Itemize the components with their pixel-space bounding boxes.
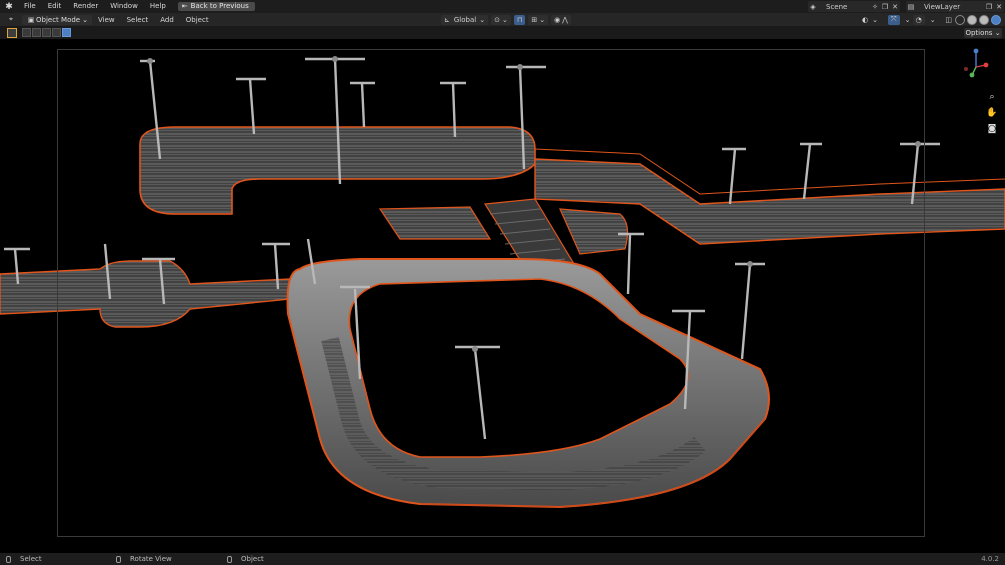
select-new-icon[interactable] xyxy=(22,28,31,37)
chevron-down-icon: ⌄ xyxy=(994,29,1001,37)
pin-icon[interactable]: ✧ xyxy=(870,3,880,11)
transform-tools: ⊾ Global ⌄ ⊙ ⌄ ⊓ ⊞ ⌄ ◉ ⋀ xyxy=(441,14,574,25)
camera-frame xyxy=(57,49,925,537)
visibility-icon[interactable]: ◐ xyxy=(860,16,870,24)
gizmo-icon: ⤧ xyxy=(891,15,897,23)
proportional-editing-toggle[interactable]: ◉ ⋀ xyxy=(551,14,571,25)
back-to-previous-label: Back to Previous xyxy=(190,2,249,10)
back-to-previous-button[interactable]: ⇤ Back to Previous xyxy=(177,2,255,11)
top-bar: ✱ File Edit Render Window Help ⇤ Back to… xyxy=(0,0,1005,13)
delete-scene-icon[interactable]: ✕ xyxy=(890,3,900,11)
rendered-shading-button[interactable] xyxy=(990,14,1001,25)
status-select-label: Select xyxy=(20,555,42,563)
view-layer-name: ViewLayer xyxy=(924,2,961,11)
chevron-down-icon: ⌄ xyxy=(82,15,88,24)
menu-select[interactable]: Select xyxy=(121,16,155,24)
scene-selector[interactable]: ◈ Scene ✧ ❐ ✕ xyxy=(808,1,900,12)
proportional-icon: ◉ xyxy=(554,15,561,24)
mouse-right-icon xyxy=(227,555,232,563)
select-extend-icon[interactable] xyxy=(32,28,41,37)
snap-target-dropdown[interactable]: ⊞ ⌄ xyxy=(528,14,549,25)
viewport-display-tools: ◐ ⌄ ⤧ ⌄ ◔ ⌄ ◫ ⌄ xyxy=(860,14,1005,25)
chevron-down-icon[interactable]: ⌄ xyxy=(870,16,880,24)
mouse-left-icon xyxy=(6,555,11,563)
pivot-icon: ⊙ xyxy=(494,15,500,24)
overlays-toggle[interactable]: ◔ xyxy=(912,14,925,25)
menu-view[interactable]: View xyxy=(92,16,121,24)
select-intersect-icon[interactable] xyxy=(62,28,71,37)
view-layer-icon: ▤ xyxy=(907,2,915,11)
back-arrow-icon: ⇤ xyxy=(181,2,188,10)
mode-label: Object Mode xyxy=(36,15,81,24)
chevron-down-icon: ⌄ xyxy=(479,15,486,24)
zoom-icon[interactable]: ⌕ xyxy=(985,90,999,104)
gizmo-toggle[interactable]: ⤧ xyxy=(888,14,900,25)
scene-icon: ◈ xyxy=(810,2,816,11)
transform-orientation-dropdown[interactable]: ⊾ Global ⌄ xyxy=(441,14,489,25)
menu-edit[interactable]: Edit xyxy=(42,0,68,13)
menu-file[interactable]: File xyxy=(18,0,42,13)
pan-hand-icon[interactable]: ✋ xyxy=(985,106,999,120)
wireframe-shading-button[interactable] xyxy=(954,14,965,25)
menu-help[interactable]: Help xyxy=(144,0,172,13)
object-mode-icon: ▣ xyxy=(27,15,35,24)
new-view-layer-icon[interactable]: ❐ xyxy=(984,3,994,11)
pivot-point-dropdown[interactable]: ⊙ ⌄ xyxy=(491,14,511,25)
menu-object[interactable]: Object xyxy=(180,16,215,24)
blender-logo-icon[interactable]: ✱ xyxy=(4,2,14,12)
chevron-down-icon: ⌄ xyxy=(539,15,546,24)
falloff-icon: ⋀ xyxy=(562,15,568,24)
editor-type-icon[interactable]: ⌖ xyxy=(6,15,16,24)
scene-name: Scene xyxy=(826,2,848,11)
chevron-down-icon[interactable]: ⌄ xyxy=(903,16,913,24)
camera-view-icon[interactable]: ◙ xyxy=(985,122,999,136)
overlays-icon: ◔ xyxy=(915,15,922,24)
select-subtract-icon[interactable] xyxy=(42,28,51,37)
status-rotate: Rotate View xyxy=(116,555,172,563)
new-scene-icon[interactable]: ❐ xyxy=(880,3,890,11)
status-bar: Select Rotate View Object 4.0.2 xyxy=(0,553,1005,565)
navigation-gizmo[interactable] xyxy=(958,45,994,81)
menu-add[interactable]: Add xyxy=(154,16,180,24)
select-invert-icon[interactable] xyxy=(52,28,61,37)
orientation-label: Global xyxy=(453,15,477,24)
xray-icon[interactable]: ◫ xyxy=(944,16,954,24)
options-label: Options xyxy=(965,29,993,37)
view-layer-selector[interactable]: ▤ ViewLayer ❐ ✕ xyxy=(906,1,1004,12)
status-object: Object xyxy=(227,555,264,563)
solid-shading-button[interactable] xyxy=(966,14,977,25)
magnet-icon: ⊓ xyxy=(516,15,523,24)
status-select: Select xyxy=(6,555,42,563)
material-preview-button[interactable] xyxy=(978,14,989,25)
orientation-icon: ⊾ xyxy=(444,15,450,24)
status-rotate-label: Rotate View xyxy=(130,555,172,563)
menu-render[interactable]: Render xyxy=(67,0,104,13)
viewport-header: ⌖ ▣ Object Mode ⌄ View Select Add Object… xyxy=(0,13,1005,26)
options-dropdown[interactable]: Options ⌄ xyxy=(964,28,1002,38)
version-label: 4.0.2 xyxy=(981,555,999,563)
chevron-down-icon: ⌄ xyxy=(501,15,508,24)
mouse-middle-icon xyxy=(116,555,121,563)
menu-window[interactable]: Window xyxy=(104,0,144,13)
snap-toggle[interactable]: ⊓ xyxy=(513,14,526,25)
3d-viewport[interactable]: ⌕ ✋ ◙ xyxy=(0,39,1005,553)
select-tool-icon[interactable] xyxy=(7,28,17,38)
status-object-label: Object xyxy=(241,555,264,563)
mode-dropdown[interactable]: ▣ Object Mode ⌄ xyxy=(22,14,92,25)
selection-mode-group xyxy=(22,28,72,37)
chevron-down-icon[interactable]: ⌄ xyxy=(928,16,938,24)
delete-view-layer-icon[interactable]: ✕ xyxy=(994,3,1004,11)
grid-snap-icon: ⊞ xyxy=(531,15,538,24)
tool-settings-bar: Options ⌄ xyxy=(0,26,1005,39)
